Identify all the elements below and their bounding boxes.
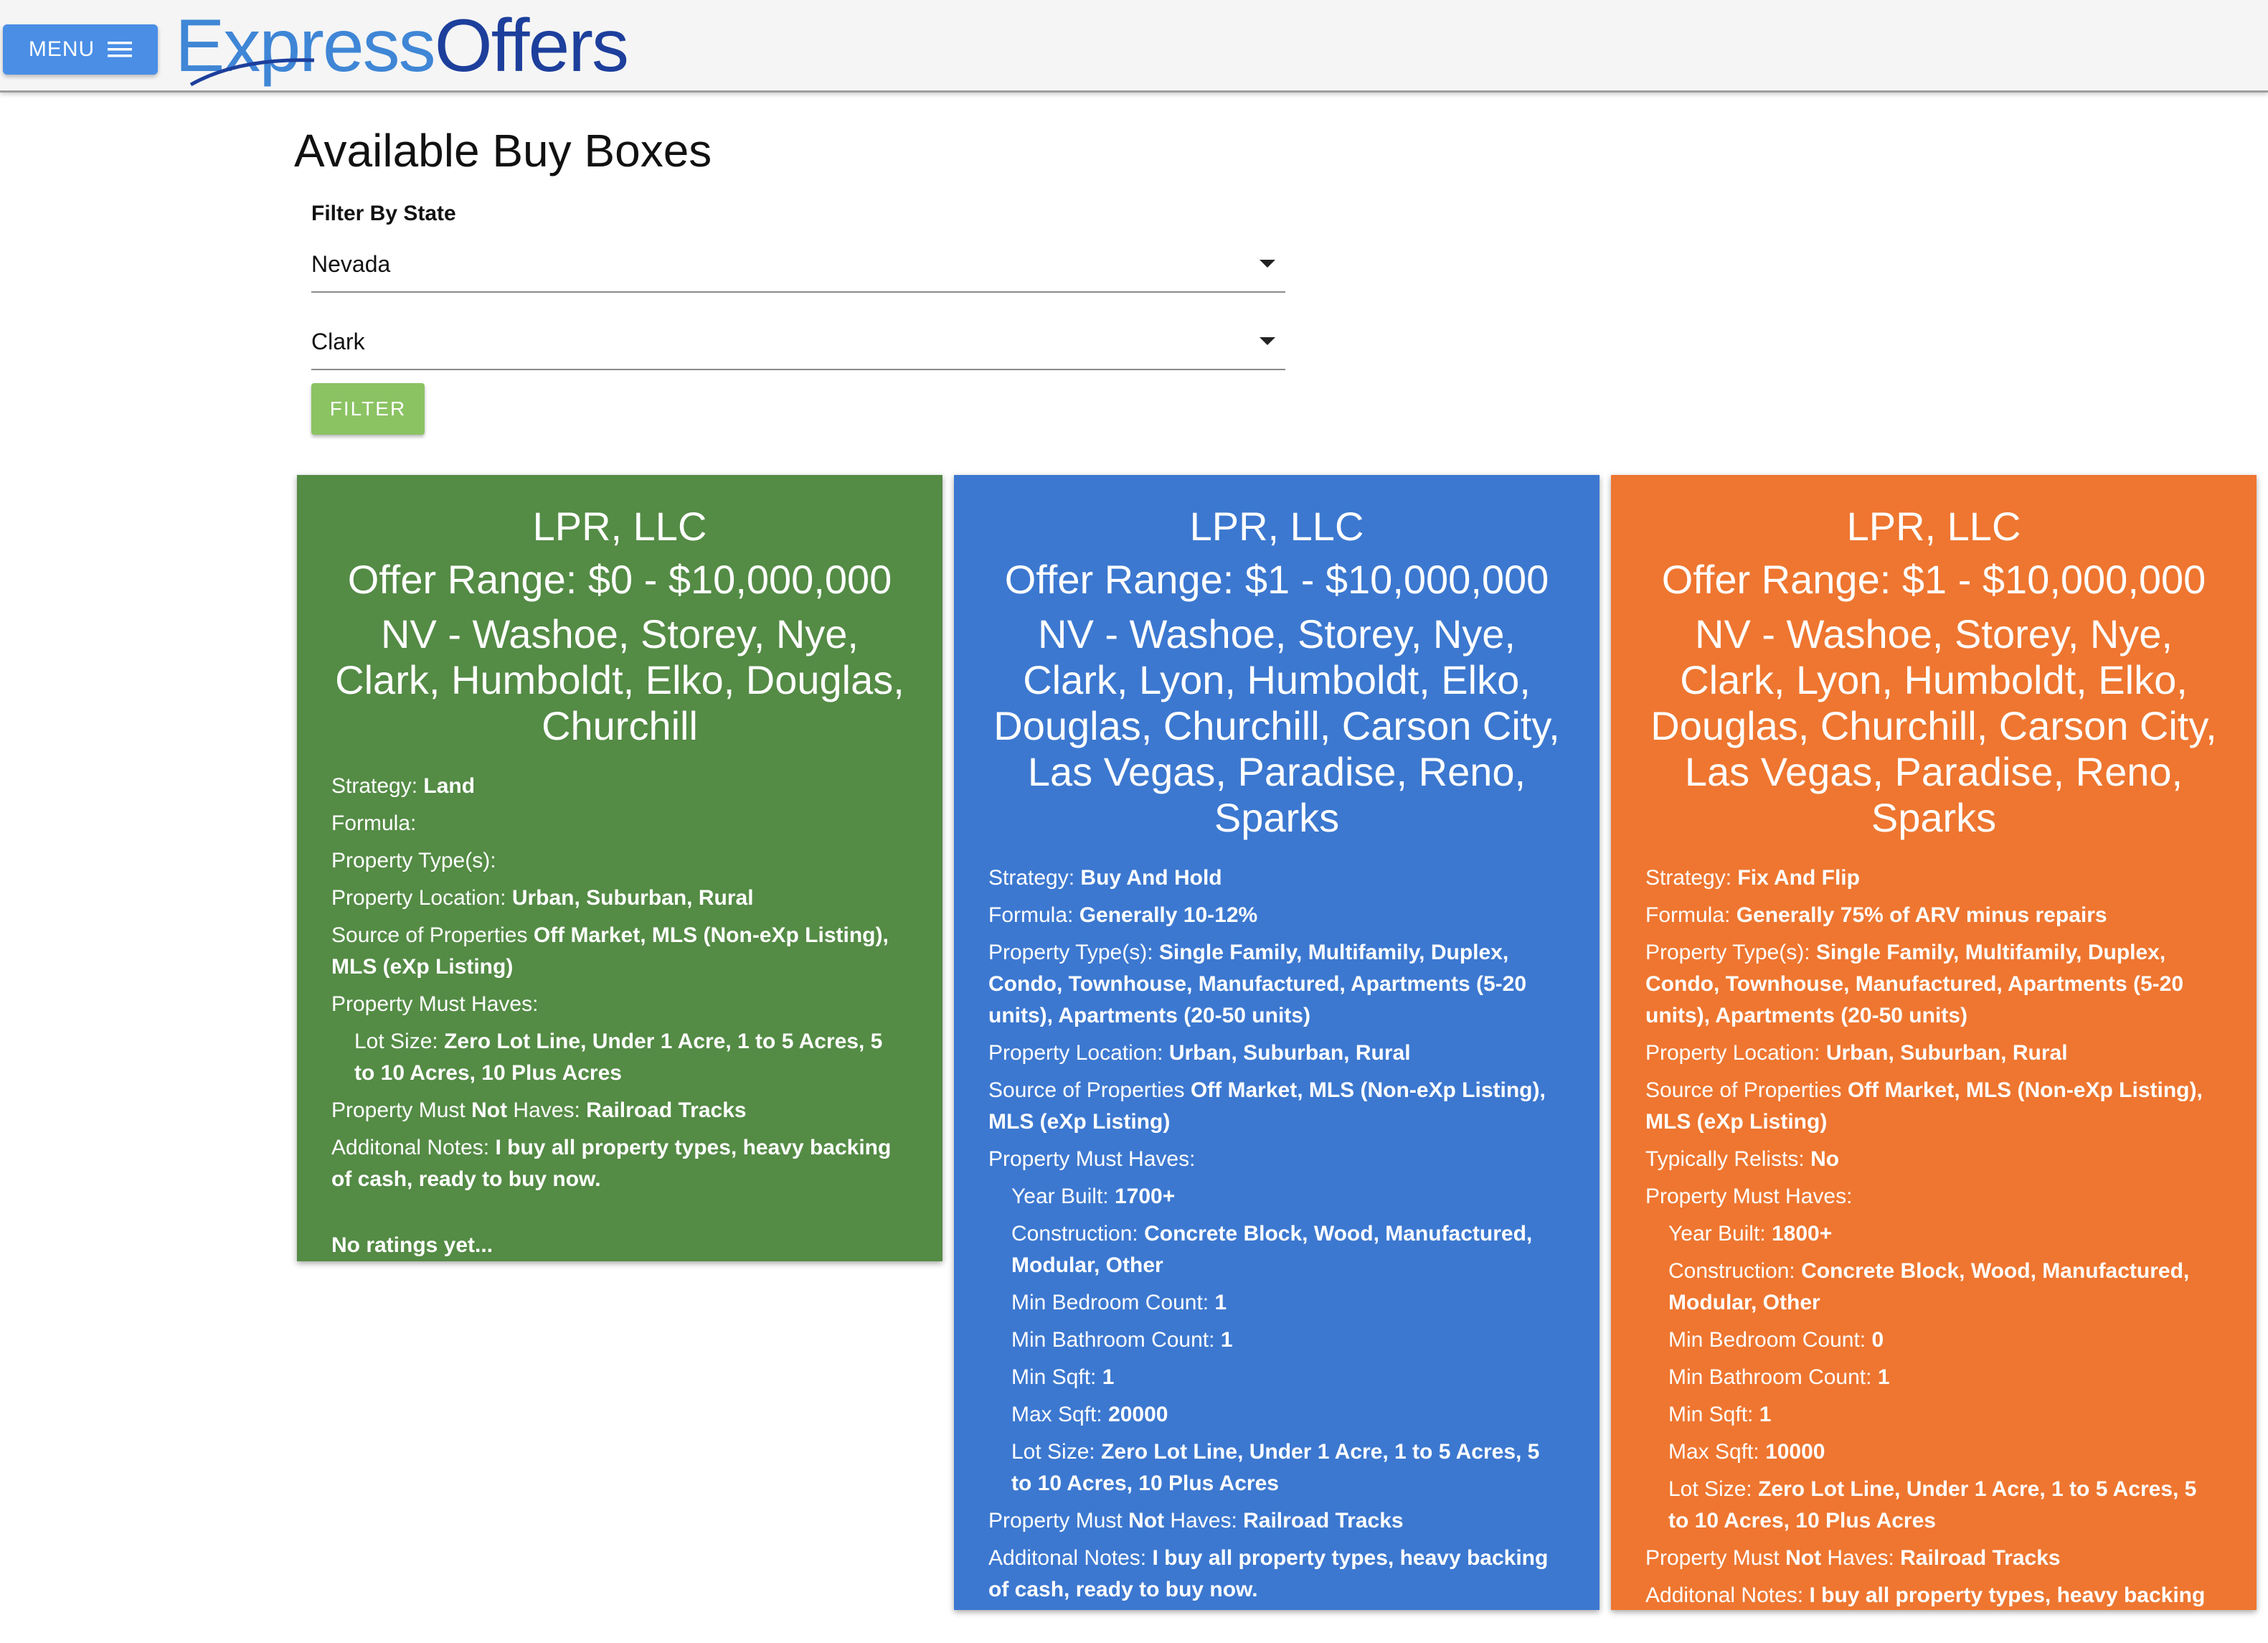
must-haves-heading: Property Must Haves: xyxy=(1645,1185,1853,1208)
notes-field: Additonal Notes: I buy all property type… xyxy=(331,1136,892,1191)
property-location-field: Property Location: Urban, Suburban, Rura… xyxy=(988,1041,1411,1065)
coverage-area: NV - Washoe, Storey, Nye, Clark, Lyon, H… xyxy=(1650,611,2217,840)
strategy-field: Strategy: Buy And Hold xyxy=(988,866,1222,890)
min-sqft-field: Min Sqft: 1 xyxy=(1668,1403,1772,1426)
menu-button[interactable]: MENU xyxy=(3,24,158,75)
buy-box-card: LPR, LLC Offer Range: $0 - $10,000,000 N… xyxy=(297,475,942,1261)
state-select-value: Nevada xyxy=(311,251,391,277)
lot-size-field: Lot Size: Zero Lot Line, Under 1 Acre, 1… xyxy=(354,1030,883,1085)
min-sqft-field: Min Sqft: 1 xyxy=(1011,1365,1115,1389)
state-caret-down-icon xyxy=(1260,260,1275,268)
filter-by-state-label: Filter By State xyxy=(311,202,456,225)
property-types-field: Property Type(s): Single Family, Multifa… xyxy=(988,941,1527,1027)
property-types-field: Property Type(s): Single Family, Multifa… xyxy=(1645,941,2184,1027)
min-bedroom-field: Min Bedroom Count: 0 xyxy=(1668,1328,1884,1352)
strategy-field: Strategy: Land xyxy=(331,774,476,798)
lot-size-field: Lot Size: Zero Lot Line, Under 1 Acre, 1… xyxy=(1668,1477,2197,1533)
lot-size-field: Lot Size: Zero Lot Line, Under 1 Acre, 1… xyxy=(1011,1440,1540,1495)
coverage-area: NV - Washoe, Storey, Nye, Clark, Lyon, H… xyxy=(993,611,1560,840)
must-haves-heading: Property Must Haves: xyxy=(331,992,539,1016)
county-select[interactable]: Clark xyxy=(311,319,1285,370)
offer-range: Offer Range: $1 - $10,000,000 xyxy=(1004,557,1549,602)
source-field: Source of Properties Off Market, MLS (No… xyxy=(988,1078,1546,1134)
offer-range: Offer Range: $0 - $10,000,000 xyxy=(347,557,892,602)
property-location-field: Property Location: Urban, Suburban, Rura… xyxy=(331,886,754,910)
menu-label: MENU xyxy=(28,37,95,61)
year-built-field: Year Built: 1800+ xyxy=(1668,1222,1833,1246)
must-haves-heading: Property Must Haves: xyxy=(988,1147,1196,1171)
must-not-haves-field: Property Must Not Haves: Railroad Tracks xyxy=(988,1509,1404,1533)
state-select[interactable]: Nevada xyxy=(311,241,1285,293)
min-bedroom-field: Min Bedroom Count: 1 xyxy=(1011,1291,1227,1314)
hamburger-icon xyxy=(108,42,133,57)
source-field: Source of Properties Off Market, MLS (No… xyxy=(331,923,889,979)
buy-box-card: LPR, LLC Offer Range: $1 - $10,000,000 N… xyxy=(954,475,1600,1610)
filter-button[interactable]: FILTER xyxy=(311,383,425,435)
formula-field: Formula: Generally 10-12% xyxy=(988,903,1258,927)
logo-part-offers: Offers xyxy=(434,4,629,88)
coverage-area: NV - Washoe, Storey, Nye, Clark, Humbold… xyxy=(335,611,904,748)
max-sqft-field: Max Sqft: 20000 xyxy=(1011,1403,1168,1426)
county-select-value: Clark xyxy=(311,329,365,354)
rating-text: No ratings yet... xyxy=(331,1233,493,1257)
min-bathroom-field: Min Bathroom Count: 1 xyxy=(1011,1328,1233,1352)
logo-swoosh-icon xyxy=(189,58,315,87)
buyer-name: LPR, LLC xyxy=(1189,504,1364,549)
construction-field: Construction: Concrete Block, Wood, Manu… xyxy=(1668,1259,2190,1314)
county-caret-down-icon xyxy=(1260,337,1275,345)
property-types-field: Property Type(s): xyxy=(331,849,496,872)
page-title: Available Buy Boxes xyxy=(294,125,712,176)
year-built-field: Year Built: 1700+ xyxy=(1011,1185,1176,1208)
source-field: Source of Properties Off Market, MLS (No… xyxy=(1645,1078,2203,1134)
buyer-name: LPR, LLC xyxy=(1846,504,2021,549)
offer-range: Offer Range: $1 - $10,000,000 xyxy=(1661,557,2206,602)
notes-field: Additonal Notes: I buy all property type… xyxy=(1645,1583,2206,1639)
buyer-name: LPR, LLC xyxy=(532,504,707,549)
formula-field: Formula: Generally 75% of ARV minus repa… xyxy=(1645,903,2107,927)
property-location-field: Property Location: Urban, Suburban, Rura… xyxy=(1645,1041,2068,1065)
must-not-haves-field: Property Must Not Haves: Railroad Tracks xyxy=(1645,1546,2061,1570)
relists-field: Typically Relists: No xyxy=(1645,1147,1840,1171)
construction-field: Construction: Concrete Block, Wood, Manu… xyxy=(1011,1222,1533,1277)
must-not-haves-field: Property Must Not Haves: Railroad Tracks xyxy=(331,1098,747,1122)
notes-field: Additonal Notes: I buy all property type… xyxy=(988,1546,1549,1601)
strategy-field: Strategy: Fix And Flip xyxy=(1645,866,1860,890)
max-sqft-field: Max Sqft: 10000 xyxy=(1668,1440,1825,1464)
min-bathroom-field: Min Bathroom Count: 1 xyxy=(1668,1365,1890,1389)
formula-field: Formula: xyxy=(331,811,417,835)
buy-box-card: LPR, LLC Offer Range: $1 - $10,000,000 N… xyxy=(1611,475,2257,1639)
top-app-bar: MENU ExpressOffers xyxy=(0,0,2268,93)
